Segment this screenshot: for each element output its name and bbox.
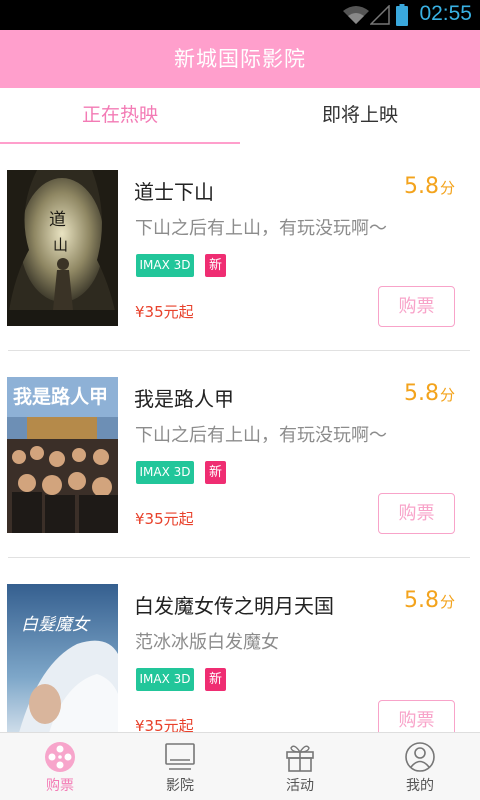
movie-title[interactable]: 道士下山 [134,176,214,205]
score-value: 5.8 [403,174,439,199]
page-title: 新城国际影院 [174,47,306,71]
tab-bar: 正在热映 即将上映 [0,88,480,144]
movie-description: 下山之后有上山，有玩没玩啊～ [135,218,387,239]
wifi-icon [343,6,369,24]
battery-icon [396,4,408,26]
buy-ticket-button[interactable]: 购票 [378,493,455,534]
svg-text:山: 山 [53,236,68,254]
signal-icon [370,5,390,25]
new-badge: 新 [205,461,226,484]
app-header: 新城国际影院 [0,30,480,88]
svg-text:我是路人甲: 我是路人甲 [13,385,108,408]
movie-title[interactable]: 我是路人甲 [134,383,234,412]
status-bar: 02:55 [0,0,480,30]
movie-price: ¥35元起 [135,303,194,321]
nav-label: 活动 [286,778,314,794]
nav-label: 影院 [166,778,194,794]
format-badge: IMAX 3D [136,461,194,484]
svg-text:道: 道 [49,210,66,230]
format-badge: IMAX 3D [136,668,194,691]
movie-score: 5.8分 [404,381,455,406]
movie-price: ¥35元起 [135,510,194,528]
film-reel-icon [45,742,75,772]
movie-poster[interactable]: 我是路人甲 [7,377,118,533]
nav-label: 我的 [406,778,434,794]
buy-ticket-button[interactable]: 购票 [378,286,455,327]
score-value: 5.8 [403,588,439,613]
new-badge: 新 [205,254,226,277]
list-item[interactable]: 道 山 道士下山 5.8分 下山之后有上山，有玩没玩啊～ IMAX 3D 新 ¥… [0,144,480,351]
score-unit: 分 [439,593,455,611]
user-icon [405,742,435,772]
movie-description: 范冰冰版白发魔女 [135,632,279,653]
movie-poster[interactable]: 白髮魔女 [7,584,118,732]
new-badge: 新 [205,668,226,691]
score-unit: 分 [439,179,455,197]
buy-ticket-button[interactable]: 购票 [378,700,455,732]
list-item[interactable]: 我是路人甲 我是路人甲 5.8分 下山之后有上山，有玩没玩啊～ IMAX 3D … [0,351,480,558]
movie-price: ¥35元起 [135,717,194,732]
score-value: 5.8 [403,381,439,406]
svg-text:白髮魔女: 白髮魔女 [21,615,91,635]
nav-item-profile[interactable]: 我的 [360,733,480,800]
score-unit: 分 [439,386,455,404]
list-item[interactable]: 白髮魔女 白发魔女传之明月天国 5.8分 范冰冰版白发魔女 IMAX 3D 新 … [0,558,480,732]
bottom-nav: 购票 影院 活动 我的 [0,732,480,800]
movie-score: 5.8分 [404,588,455,613]
movie-list[interactable]: 道 山 道士下山 5.8分 下山之后有上山，有玩没玩啊～ IMAX 3D 新 ¥… [0,144,480,732]
movie-title[interactable]: 白发魔女传之明月天国 [134,590,334,619]
format-badge: IMAX 3D [136,254,194,277]
movie-score: 5.8分 [404,174,455,199]
status-time: 02:55 [419,2,472,25]
nav-item-events[interactable]: 活动 [240,733,360,800]
movie-poster[interactable]: 道 山 [7,170,118,326]
nav-label: 购票 [46,778,74,794]
nav-item-cinema[interactable]: 影院 [120,733,240,800]
tab-coming-soon[interactable]: 即将上映 [240,88,480,144]
tab-now-showing[interactable]: 正在热映 [0,88,240,144]
nav-item-tickets[interactable]: 购票 [0,733,120,800]
gift-icon [286,745,314,772]
screen-icon [165,743,195,770]
movie-description: 下山之后有上山，有玩没玩啊～ [135,425,387,446]
